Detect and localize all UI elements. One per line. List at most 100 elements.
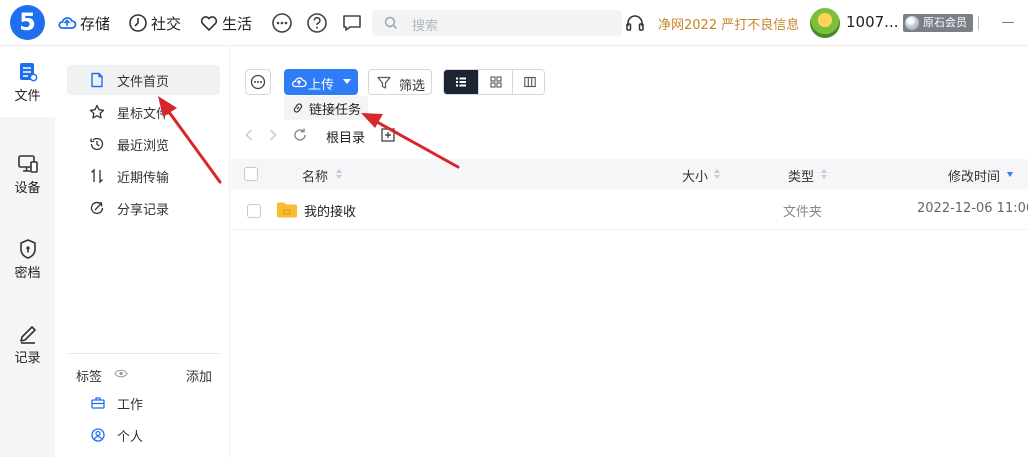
breadcrumb-root[interactable]: 根目录 bbox=[326, 127, 365, 146]
upload-label: 上传 bbox=[308, 78, 335, 93]
nav-storage[interactable]: 存储 bbox=[57, 0, 110, 46]
cloud-icon bbox=[58, 17, 77, 29]
cloud-upload-icon bbox=[291, 77, 307, 88]
sidebar-item-label: 最近浏览 bbox=[117, 139, 170, 154]
nav-social-label: 社交 bbox=[151, 14, 182, 33]
grid-icon bbox=[490, 76, 502, 88]
rail-item-files[interactable]: 文件 bbox=[0, 47, 55, 117]
eye-icon[interactable] bbox=[114, 368, 128, 379]
vip-label: 原石会员 bbox=[923, 16, 967, 29]
sort-icon[interactable] bbox=[336, 169, 342, 179]
select-all-checkbox[interactable] bbox=[244, 167, 258, 181]
sidebar-item-recent[interactable]: 最近浏览 bbox=[67, 129, 220, 159]
person-icon bbox=[91, 428, 105, 442]
sidebar-item-label: 星标文件 bbox=[117, 107, 170, 122]
nav-social[interactable]: 社交 bbox=[128, 0, 181, 46]
shield-icon bbox=[19, 239, 36, 259]
sidebar: 文件首页 星标文件 最近浏览 近期传输 分享记录 标签 添加 工作 个人 bbox=[55, 47, 230, 457]
chevron-down-icon bbox=[343, 79, 351, 84]
menu-item-link-task[interactable]: 链接任务 bbox=[309, 99, 361, 118]
vip-badge[interactable]: 原石会员 bbox=[903, 14, 973, 32]
refresh-icon[interactable] bbox=[292, 127, 308, 143]
sidebar-item-shares[interactable]: 分享记录 bbox=[67, 193, 220, 223]
headset-icon[interactable] bbox=[624, 12, 646, 34]
left-rail: 文件 设备 密档 记录 bbox=[0, 47, 55, 457]
add-tag-button[interactable]: 添加 bbox=[186, 366, 212, 385]
sidebar-item-label: 分享记录 bbox=[117, 203, 170, 218]
pen-icon bbox=[19, 326, 36, 344]
briefcase-icon bbox=[91, 397, 105, 409]
top-bar: 5 存储 社交 生活 搜索 净网2022 严打不良信息 1007... 原石会员 bbox=[0, 0, 1028, 46]
sort-desc-icon[interactable] bbox=[1007, 172, 1013, 177]
row-type: 文件夹 bbox=[783, 205, 823, 220]
rail-item-vault[interactable]: 密档 bbox=[0, 224, 55, 294]
column-type[interactable]: 类型 bbox=[788, 166, 814, 185]
folder-icon bbox=[277, 202, 297, 218]
filter-button[interactable]: 筛选 bbox=[368, 69, 432, 95]
column-name[interactable]: 名称 bbox=[302, 166, 328, 185]
gem-icon bbox=[905, 16, 919, 30]
columns-icon bbox=[524, 76, 536, 88]
row-checkbox[interactable] bbox=[247, 204, 261, 218]
rail-label-notes: 记录 bbox=[14, 351, 41, 366]
main-panel: 上传 筛选 链接任务 根目录 名称 大小 类型 修改时间 我的接收 文件夹 20… bbox=[231, 47, 1028, 457]
nav-storage-label: 存储 bbox=[80, 14, 111, 33]
column-view-button[interactable] bbox=[512, 70, 544, 94]
sidebar-item-label: 文件首页 bbox=[117, 75, 170, 90]
list-view-button[interactable] bbox=[444, 70, 478, 94]
new-folder-icon[interactable] bbox=[381, 128, 395, 142]
more-icon[interactable] bbox=[271, 12, 293, 34]
clock-icon bbox=[129, 14, 147, 32]
tags-title: 标签 bbox=[76, 370, 103, 385]
upload-button[interactable]: 上传 bbox=[284, 69, 358, 95]
sort-icon[interactable] bbox=[714, 169, 720, 179]
rail-item-notes[interactable]: 记录 bbox=[0, 309, 55, 379]
row-name[interactable]: 我的接收 bbox=[304, 201, 356, 220]
app-logo[interactable]: 5 bbox=[10, 5, 45, 40]
rail-item-devices[interactable]: 设备 bbox=[0, 139, 55, 209]
sidebar-divider bbox=[67, 353, 220, 354]
column-size[interactable]: 大小 bbox=[682, 166, 708, 185]
username[interactable]: 1007... bbox=[846, 13, 898, 31]
row-modified: 2022-12-06 11:06 bbox=[917, 201, 1028, 216]
more-actions-button[interactable] bbox=[245, 69, 271, 95]
sidebar-item-starred[interactable]: 星标文件 bbox=[67, 97, 220, 127]
heart-icon bbox=[200, 16, 218, 32]
rail-label-devices: 设备 bbox=[14, 181, 41, 196]
tag-label: 个人 bbox=[117, 430, 144, 445]
nav-life-label: 生活 bbox=[222, 14, 253, 33]
share-icon bbox=[90, 201, 104, 215]
rail-label-vault: 密档 bbox=[14, 266, 41, 281]
forward-icon[interactable] bbox=[267, 128, 279, 142]
search-placeholder: 搜索 bbox=[412, 19, 439, 34]
more-icon bbox=[250, 74, 266, 90]
grid-view-button[interactable] bbox=[478, 70, 512, 94]
sidebar-item-label: 近期传输 bbox=[117, 171, 170, 186]
filter-label: 筛选 bbox=[399, 79, 426, 94]
file-icon bbox=[19, 63, 37, 82]
help-icon[interactable] bbox=[306, 12, 328, 34]
column-modified[interactable]: 修改时间 bbox=[948, 166, 1000, 185]
back-icon[interactable] bbox=[243, 128, 255, 142]
minimize-icon[interactable] bbox=[1002, 22, 1014, 23]
breadcrumb: 根目录 bbox=[231, 120, 1028, 150]
sort-icon[interactable] bbox=[821, 169, 827, 179]
list-icon bbox=[456, 77, 466, 87]
device-icon bbox=[17, 155, 38, 173]
window-divider bbox=[978, 16, 979, 30]
transfer-icon bbox=[91, 168, 103, 184]
message-icon[interactable] bbox=[341, 12, 363, 34]
rail-label-files: 文件 bbox=[14, 89, 41, 104]
sidebar-item-home[interactable]: 文件首页 bbox=[67, 65, 220, 95]
star-icon bbox=[89, 104, 105, 119]
sidebar-item-transfers[interactable]: 近期传输 bbox=[67, 161, 220, 191]
avatar[interactable] bbox=[810, 8, 840, 38]
history-icon bbox=[90, 137, 104, 151]
tag-label: 工作 bbox=[117, 398, 144, 413]
search-icon bbox=[384, 16, 397, 29]
table-row[interactable]: 我的接收 文件夹 2022-12-06 11:06 bbox=[231, 192, 1028, 230]
search-input[interactable]: 搜索 bbox=[372, 10, 622, 36]
nav-life[interactable]: 生活 bbox=[199, 0, 252, 46]
table-header: 名称 大小 类型 修改时间 bbox=[231, 159, 1028, 189]
notice-text[interactable]: 净网2022 严打不良信息 bbox=[658, 14, 799, 33]
